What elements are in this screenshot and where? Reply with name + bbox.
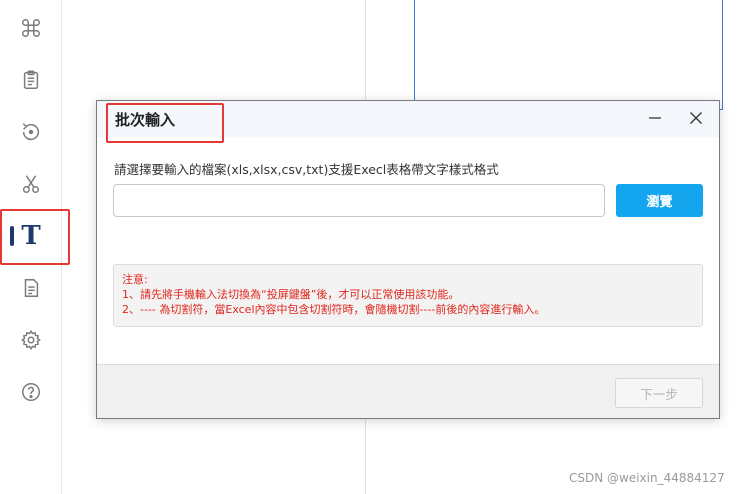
notice-line-2: 2、---- 為切割符，當Excel內容中包含切割符時，會隨機切割----前後的… <box>122 303 546 316</box>
scissors-icon <box>22 175 40 193</box>
text-icon: T <box>21 221 41 251</box>
next-step-button[interactable]: 下一步 <box>615 378 703 408</box>
sidebar-item-document[interactable] <box>0 266 62 310</box>
sidebar-item-clipboard[interactable] <box>0 58 62 102</box>
command-icon <box>22 19 40 37</box>
dialog-footer: 下一步 <box>97 364 719 418</box>
sidebar-item-refresh[interactable] <box>0 110 62 154</box>
watermark: CSDN @weixin_44884127 <box>569 471 725 485</box>
close-icon <box>690 112 702 124</box>
sidebar-item-settings[interactable] <box>0 318 62 362</box>
batch-input-dialog: 批次輸入 請選擇要輸入的檔案(xls,xlsx,csv,txt)支援Execl表… <box>96 100 720 419</box>
gear-icon <box>21 329 41 351</box>
dialog-title: 批次輸入 <box>115 111 176 129</box>
minimize-icon <box>649 117 661 119</box>
preview-panel <box>414 0 723 110</box>
browse-button[interactable]: 瀏覽 <box>616 184 703 217</box>
clipboard-icon <box>23 70 39 89</box>
file-path-input[interactable] <box>113 184 605 217</box>
sidebar-item-help[interactable] <box>0 370 62 414</box>
notice-heading: 注意: <box>122 273 148 286</box>
sidebar: T <box>0 0 62 494</box>
document-icon <box>24 279 39 297</box>
dialog-description: 請選擇要輸入的檔案(xls,xlsx,csv,txt)支援Execl表格帶文字樣… <box>114 162 499 177</box>
help-icon <box>22 383 40 401</box>
active-indicator <box>10 226 14 246</box>
minimize-button[interactable] <box>642 107 668 129</box>
close-button[interactable] <box>683 107 709 129</box>
sidebar-item-command[interactable] <box>0 6 62 50</box>
notice-line-1: 1、請先將手機輸入法切換為“投屏鍵盤”後，才可以正常使用該功能。 <box>122 288 460 301</box>
app-window: T 批次輸入 請選擇要輸入的檔案(xls,xlsx,csv,txt)支援Exec… <box>0 0 750 494</box>
notice-box: 注意: 1、請先將手機輸入法切換為“投屏鍵盤”後，才可以正常使用該功能。 2、-… <box>113 264 703 327</box>
sidebar-item-cut[interactable] <box>0 162 62 206</box>
refresh-icon <box>22 123 39 141</box>
dialog-title-bar <box>97 101 719 137</box>
